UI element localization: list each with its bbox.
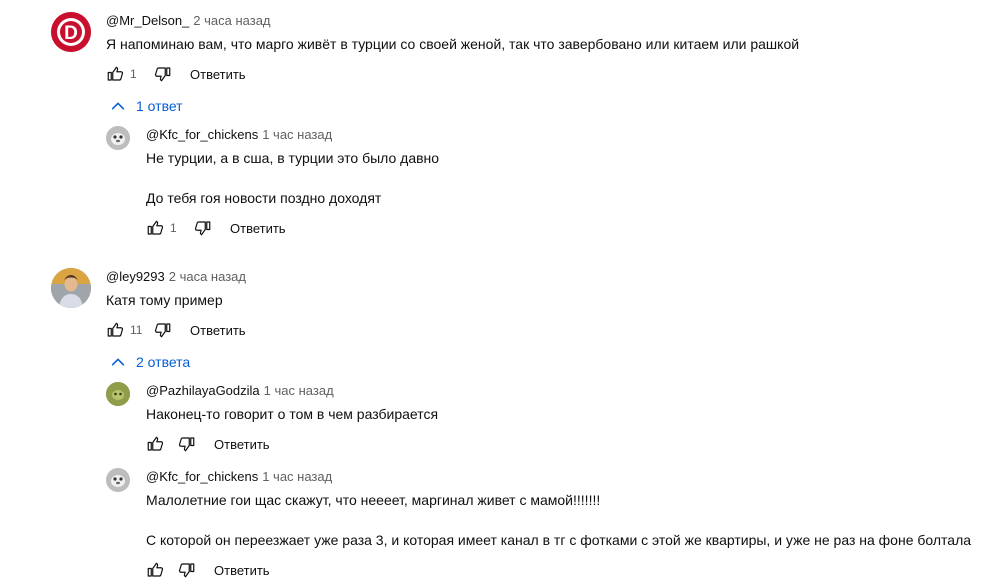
- thumb-down-icon: [178, 563, 195, 578]
- thumb-up-icon: [147, 562, 164, 577]
- reply-text-line: С которой он переезжает уже раза 3, и ко…: [146, 532, 972, 548]
- avatar-image-icon: [106, 382, 130, 406]
- dislike-button[interactable]: [154, 321, 172, 339]
- reply-header: @Kfc_for_chickens 1 час назад: [146, 469, 332, 484]
- replies-count-label: 1 ответ: [136, 98, 183, 114]
- like-button[interactable]: [106, 65, 124, 83]
- author-name[interactable]: @Kfc_for_chickens: [146, 127, 258, 142]
- comment-header: @Mr_Delson_ 2 часа назад: [106, 13, 271, 28]
- chevron-up-icon: [111, 102, 125, 110]
- like-button[interactable]: [106, 321, 124, 339]
- chevron-up-icon: [111, 358, 125, 366]
- replies-toggle[interactable]: 2 ответа: [110, 354, 190, 370]
- reply-text-line: Наконец-то говорит о том в чем разбирает…: [146, 406, 439, 422]
- reply-text-line: Не турции, а в сша, в турции это было да…: [146, 150, 440, 166]
- d-logo-icon: D: [51, 12, 91, 52]
- dislike-button[interactable]: [154, 65, 172, 83]
- reply-actions: Ответить: [146, 434, 270, 454]
- reply-text: Не турции, а в сша, в турции это было да…: [146, 148, 439, 208]
- timestamp[interactable]: 2 часа назад: [169, 269, 246, 284]
- timestamp[interactable]: 1 час назад: [262, 469, 332, 484]
- avatar-image-icon: [106, 126, 130, 150]
- comment-text-line: Катя тому пример: [106, 292, 223, 308]
- reply-button[interactable]: Ответить: [190, 323, 246, 338]
- dislike-button[interactable]: [178, 435, 196, 453]
- avatar[interactable]: [106, 468, 130, 492]
- replies-toggle[interactable]: 1 ответ: [110, 98, 183, 114]
- comment-actions: 11 Ответить: [106, 320, 246, 340]
- thumb-up-icon: [147, 220, 164, 235]
- comment-header: @ley9293 2 часа назад: [106, 269, 246, 284]
- author-name[interactable]: @Kfc_for_chickens: [146, 469, 258, 484]
- comment-text-line: Я напоминаю вам, что марго живёт в турци…: [106, 36, 800, 52]
- author-name[interactable]: @PazhilayaGodzila: [146, 383, 260, 398]
- thumb-up-icon: [107, 66, 124, 81]
- reply-button[interactable]: Ответить: [214, 563, 270, 578]
- like-button[interactable]: [146, 219, 164, 237]
- like-count: 1: [170, 221, 177, 235]
- comment-text: Я напоминаю вам, что марго живёт в турци…: [106, 34, 799, 54]
- avatar[interactable]: [51, 268, 91, 308]
- like-button[interactable]: [146, 561, 164, 579]
- reply-actions: 1 Ответить: [146, 218, 286, 238]
- like-count: 11: [130, 323, 143, 337]
- timestamp[interactable]: 1 час назад: [264, 383, 334, 398]
- thumb-up-icon: [147, 436, 164, 451]
- thumb-down-icon: [178, 437, 195, 452]
- replies-count-label: 2 ответа: [136, 354, 191, 370]
- reply-button[interactable]: Ответить: [190, 67, 246, 82]
- reply-text-line: До тебя гоя новости поздно доходят: [146, 190, 382, 206]
- reply-actions: Ответить: [146, 560, 270, 580]
- avatar-image-icon: [106, 468, 130, 492]
- avatar-image-icon: [51, 268, 91, 308]
- reply-button[interactable]: Ответить: [230, 221, 286, 236]
- reply-text-line: Малолетние гои щас скажут, что нееeет, м…: [146, 492, 601, 508]
- thumb-down-icon: [154, 323, 171, 338]
- timestamp[interactable]: 1 час назад: [262, 127, 332, 142]
- dislike-button[interactable]: [194, 219, 212, 237]
- reply-header: @Kfc_for_chickens 1 час назад: [146, 127, 332, 142]
- avatar-letter: D: [64, 23, 78, 44]
- avatar[interactable]: [106, 382, 130, 406]
- avatar[interactable]: [106, 126, 130, 150]
- like-count: 1: [130, 67, 137, 81]
- comment-actions: 1 Ответить: [106, 64, 246, 84]
- reply-text: Наконец-то говорит о том в чем разбирает…: [146, 404, 438, 424]
- comment-text: Катя тому пример: [106, 290, 223, 310]
- reply-header: @PazhilayaGodzila 1 час назад: [146, 383, 334, 398]
- timestamp[interactable]: 2 часа назад: [193, 13, 270, 28]
- avatar[interactable]: D: [51, 12, 91, 52]
- thumb-down-icon: [194, 221, 211, 236]
- author-name[interactable]: @Mr_Delson_: [106, 13, 189, 28]
- reply-text: Малолетние гои щас скажут, что нееeет, м…: [146, 490, 971, 550]
- like-button[interactable]: [146, 435, 164, 453]
- author-name[interactable]: @ley9293: [106, 269, 165, 284]
- thumb-up-icon: [107, 322, 124, 337]
- thumb-down-icon: [154, 67, 171, 82]
- reply-button[interactable]: Ответить: [214, 437, 270, 452]
- dislike-button[interactable]: [178, 561, 196, 579]
